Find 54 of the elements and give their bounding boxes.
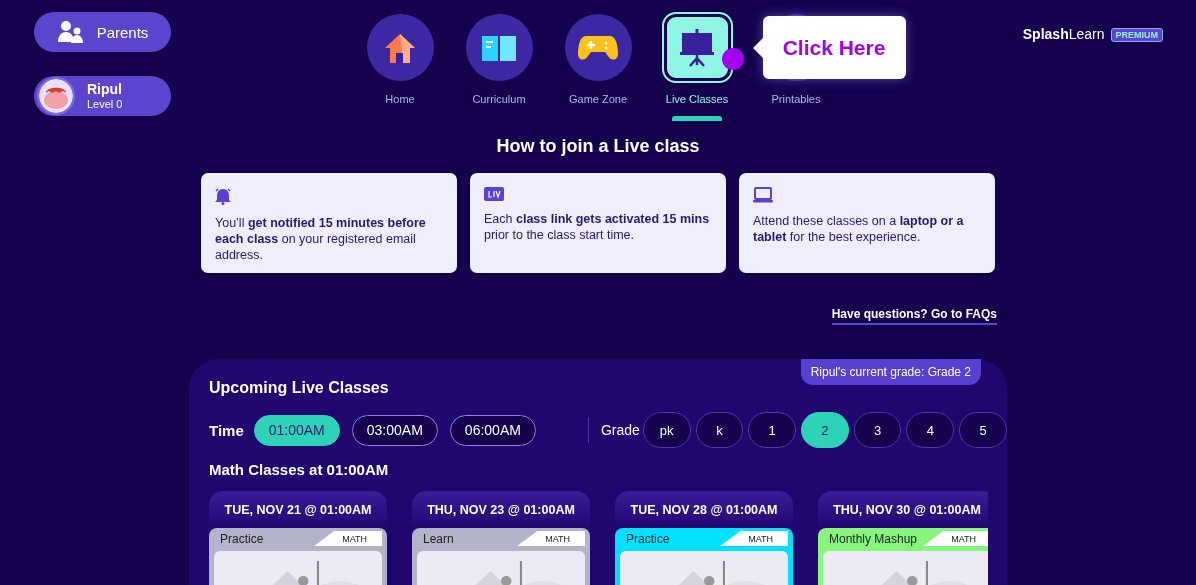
- premium-badge: PREMIUM: [1110, 28, 1163, 42]
- time-label: Time: [209, 421, 244, 439]
- subject-tag: MATH: [314, 531, 382, 546]
- info-text: Attend these classes on a laptop or a tablet for the best experience.: [753, 213, 965, 245]
- presentation-board-icon: [680, 28, 714, 67]
- nav-tab[interactable]: Curriculum: [449, 14, 549, 121]
- laptop-icon: [753, 187, 773, 203]
- class-card[interactable]: Practice MATH: [209, 528, 387, 585]
- subject-tag: MATH: [720, 531, 788, 546]
- grade-chip[interactable]: 4: [906, 412, 955, 448]
- class-card[interactable]: Practice MATH: [615, 528, 793, 585]
- brand-logo: SplashLearn: [1022, 26, 1105, 42]
- panel-title: Upcoming Live Classes: [209, 379, 390, 397]
- class-type: Learn: [422, 532, 454, 546]
- live-icon: [484, 187, 504, 201]
- profile-level: Level 0: [87, 97, 123, 110]
- avatar-icon: [37, 77, 75, 115]
- grade-chip[interactable]: 5: [959, 412, 1007, 448]
- subject-tag: MATH: [517, 531, 585, 546]
- faq-link[interactable]: Have questions? Go to FAQs: [831, 307, 997, 325]
- tooltip-text: Click Here: [782, 35, 886, 60]
- classes-subtitle: Math Classes at 01:00AM: [209, 461, 390, 478]
- grade-chip[interactable]: 3: [853, 412, 902, 448]
- current-grade-badge: Ripul's current grade: Grade 2: [800, 359, 981, 385]
- class-date: TUE, NOV 21 @ 01:00AM: [209, 491, 387, 528]
- subject-tag: MATH: [923, 531, 988, 546]
- gamepad-icon: [578, 33, 618, 62]
- class-card[interactable]: Monthly Mashup MATH: [818, 528, 988, 585]
- time-chip[interactable]: 01:00AM: [253, 414, 340, 446]
- nav-tab[interactable]: Game Zone: [548, 14, 648, 121]
- class-card[interactable]: Learn MATH: [412, 528, 590, 585]
- info-text: You’ll get notified 15 minutes before each class on your registered email address.: [215, 215, 427, 263]
- grade-chip[interactable]: 1: [748, 412, 796, 448]
- profile-name: Ripul: [87, 82, 123, 98]
- class-date: TUE, NOV 28 @ 01:00AM: [615, 491, 793, 528]
- time-chip[interactable]: 06:00AM: [449, 414, 536, 446]
- time-chip[interactable]: 03:00AM: [351, 414, 438, 446]
- class-type: Practice: [625, 532, 670, 546]
- nav-tab[interactable]: Live Classes: [647, 14, 747, 121]
- profile-card[interactable]: Ripul Level 0: [34, 76, 171, 116]
- section-heading: How to join a Live class: [495, 136, 701, 157]
- bell-icon: [215, 187, 231, 205]
- class-date: THU, NOV 23 @ 01:00AM: [412, 491, 590, 528]
- nav-tab[interactable]: Home: [350, 14, 450, 121]
- grade-chip[interactable]: k: [695, 412, 744, 448]
- grade-chip[interactable]: pk: [642, 412, 691, 448]
- class-date: THU, NOV 30 @ 01:00AM: [818, 491, 988, 528]
- parents-button[interactable]: Parents: [34, 12, 171, 52]
- grade-label: Grade: [600, 422, 640, 438]
- parents-icon: [56, 20, 85, 44]
- class-type: Practice: [219, 532, 264, 546]
- grade-chip[interactable]: 2: [801, 412, 849, 448]
- info-text: Each class link gets activated 15 mins prior to the class start time.: [484, 211, 711, 243]
- class-type: Monthly Mashup: [828, 532, 918, 546]
